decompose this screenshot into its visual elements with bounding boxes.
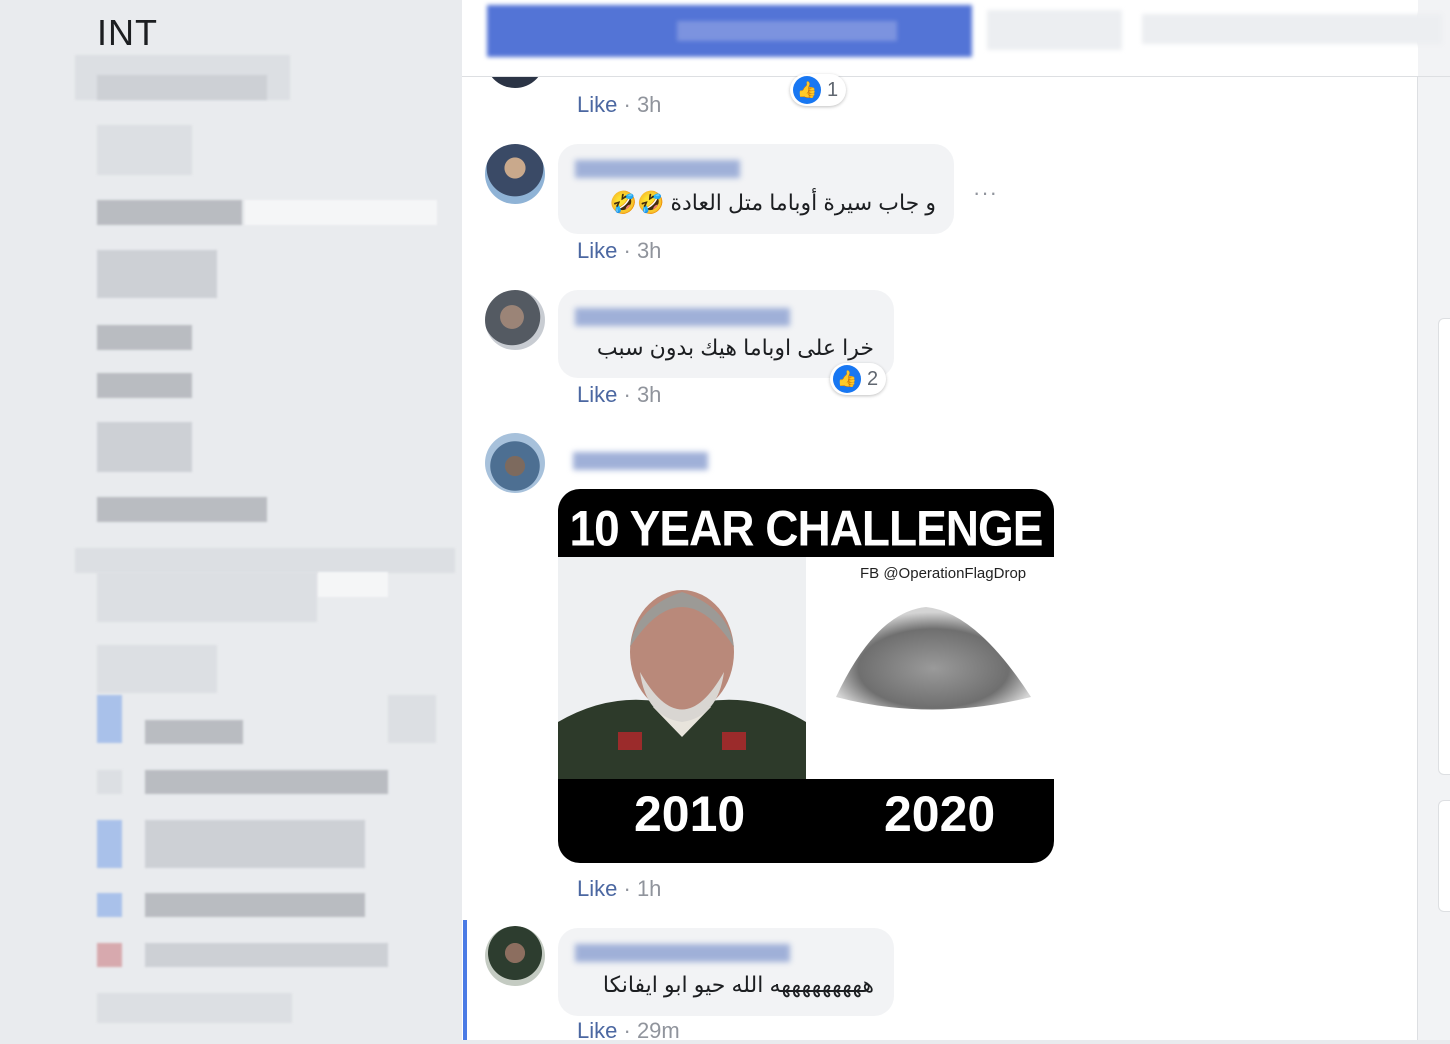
comment-time[interactable]: 29m	[637, 1018, 680, 1043]
reaction-number: 2	[867, 367, 879, 390]
sidebar-item-blurred[interactable]	[145, 943, 388, 967]
like-link[interactable]: Like	[577, 876, 617, 901]
sidebar-item-blurred[interactable]	[97, 325, 192, 350]
reaction-count[interactable]: 👍 1	[790, 74, 847, 106]
comment-time[interactable]: 3h	[637, 238, 661, 263]
author-name-blurred[interactable]	[575, 160, 740, 178]
sidebar-item-blurred	[388, 695, 436, 743]
sidebar-item-blurred	[245, 200, 437, 225]
meme-image[interactable]: 10 YEAR CHALLENGE FB @OperationFlagDrop …	[558, 489, 1054, 863]
meme-year-right: 2020	[884, 786, 996, 842]
avatar[interactable]	[485, 433, 545, 493]
author-name-blurred[interactable]	[575, 944, 790, 962]
avatar[interactable]	[485, 144, 545, 204]
sidebar-item-blurred[interactable]	[97, 645, 217, 693]
comment-text: و جاب سيرة أوباما متل العادة 🤣🤣	[609, 190, 936, 215]
sidebar-item-blurred[interactable]	[145, 893, 365, 917]
meme-title: 10 YEAR CHALLENGE	[569, 500, 1044, 557]
avatar[interactable]	[485, 926, 545, 986]
left-sidebar: INT	[0, 0, 462, 1040]
sidebar-item-blurred[interactable]	[97, 572, 317, 622]
author-name-blurred[interactable]	[575, 308, 790, 326]
thumbs-up-icon: 👍	[833, 365, 861, 393]
sidebar-item-blurred[interactable]	[145, 770, 388, 794]
meta-separator: ·	[623, 382, 631, 407]
right-edge-card	[1438, 318, 1450, 775]
comment-meta: Like · 1h	[577, 876, 661, 902]
sidebar-item-blurred[interactable]	[97, 200, 242, 225]
sidebar-item-blurred	[97, 75, 267, 100]
sidebar-item-blurred[interactable]	[97, 250, 217, 298]
active-comment-indicator	[463, 920, 467, 1040]
portrait-illustration	[558, 590, 806, 779]
meme-left-photo	[558, 557, 806, 779]
like-link[interactable]: Like	[577, 382, 617, 407]
top-bar-overlay	[462, 0, 1450, 77]
comment-time[interactable]: 3h	[637, 382, 661, 407]
sidebar-title: INT	[97, 12, 158, 53]
ash-pile-illustration	[836, 607, 1031, 710]
blurred-header-tab[interactable]	[1142, 14, 1442, 44]
sidebar-icon-blurred	[97, 893, 122, 917]
sidebar-icon-blurred	[97, 820, 122, 868]
more-options-icon[interactable]: ···	[973, 180, 998, 206]
blurred-header-tab[interactable]	[987, 10, 1122, 50]
sidebar-item-blurred	[318, 572, 388, 597]
reaction-count[interactable]: 👍 2	[830, 363, 887, 395]
sidebar-item-blurred[interactable]	[97, 125, 192, 175]
avatar[interactable]	[485, 290, 545, 350]
comment-text: هههههههههه الله حيو ابو ايفانكا	[602, 972, 874, 997]
author-name-blurred[interactable]	[573, 452, 708, 470]
comment-meta: Like · 3h	[577, 238, 661, 264]
meme-year-left: 2010	[634, 786, 746, 842]
like-link[interactable]: Like	[577, 92, 617, 117]
comment-meta: Like · 29m	[577, 1018, 680, 1044]
meme-right-photo: FB @OperationFlagDrop	[806, 557, 1054, 779]
comment-meta: Like · 3h	[577, 382, 661, 408]
sidebar-item-blurred[interactable]	[97, 497, 267, 522]
sidebar-item-blurred[interactable]	[97, 993, 292, 1023]
sidebar-icon-blurred	[97, 770, 122, 794]
comment-text: خرا على اوباما هيك بدون سبب	[596, 335, 874, 360]
thumbs-up-icon: 👍	[793, 76, 821, 104]
comment-time[interactable]: 1h	[637, 876, 661, 901]
sidebar-item-blurred[interactable]	[97, 422, 192, 472]
comment-time[interactable]: 3h	[637, 92, 661, 117]
sidebar-item-blurred[interactable]	[145, 820, 365, 868]
sidebar-icon-blurred	[97, 695, 122, 743]
reaction-number: 1	[827, 78, 839, 101]
meta-separator: ·	[623, 876, 631, 901]
meta-separator: ·	[623, 238, 631, 263]
sidebar-icon-blurred	[97, 943, 122, 967]
comment-bubble	[558, 144, 954, 234]
meta-separator: ·	[623, 92, 631, 117]
sidebar-item-blurred[interactable]	[97, 373, 192, 398]
blurred-header-label	[677, 21, 897, 41]
right-edge-card	[1438, 800, 1450, 912]
comment-meta: Like · 3h	[577, 92, 661, 118]
like-link[interactable]: Like	[577, 1018, 617, 1043]
sidebar-item-blurred	[75, 548, 455, 573]
sidebar-item-blurred[interactable]	[145, 720, 243, 744]
meta-separator: ·	[623, 1018, 631, 1043]
like-link[interactable]: Like	[577, 238, 617, 263]
